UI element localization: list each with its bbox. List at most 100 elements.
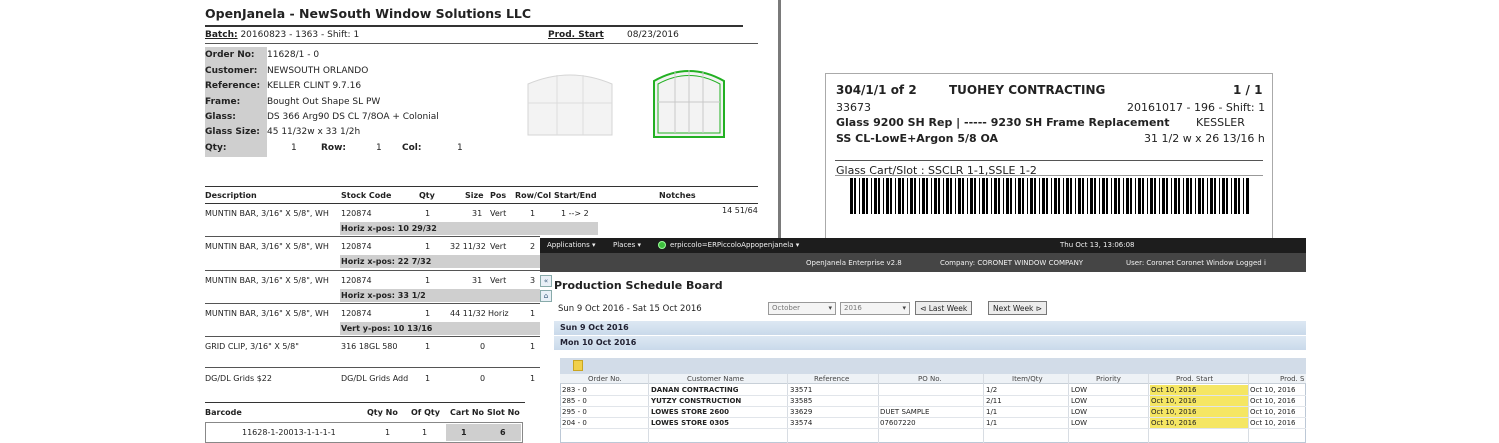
barcode-bar xyxy=(1078,178,1081,214)
barcode-bar xyxy=(914,178,916,214)
home-icon[interactable]: ⌂ xyxy=(540,290,552,302)
colhdr-order-no[interactable]: Order No. xyxy=(588,375,622,383)
barcode-bar xyxy=(1183,178,1184,214)
barcode-bar xyxy=(1058,178,1060,214)
row0-code: 120874 xyxy=(341,209,372,218)
barcode-bar xyxy=(898,178,901,214)
barcode-bar xyxy=(859,178,860,214)
row1-rowcol: 2 xyxy=(530,242,536,251)
row4-code: 316 18GL 580 xyxy=(341,342,398,351)
row1-desc: MUNTIN BAR, 3/16" X 5/8", WH xyxy=(205,242,329,251)
colhdr-po-no[interactable]: PO No. xyxy=(918,375,942,383)
order-no-label: Order No: xyxy=(205,50,255,60)
collapse-toggle-icon[interactable]: « xyxy=(540,275,552,287)
barcode-bar xyxy=(1006,178,1009,214)
barcode-bar xyxy=(946,178,949,214)
barcode-bar xyxy=(970,178,973,214)
colhdr-reference[interactable]: Reference xyxy=(814,375,849,383)
col-sep xyxy=(878,374,879,443)
row1-qty: 1 xyxy=(425,242,431,251)
row-sep xyxy=(560,406,1306,407)
session-status-icon xyxy=(658,241,666,249)
glass-label-card xyxy=(825,73,1273,243)
glass-label: Glass: xyxy=(205,112,236,122)
col-stock-code: Stock Code xyxy=(341,191,392,200)
col-start-end: Start/End xyxy=(554,191,597,200)
barcode-bar xyxy=(874,178,877,214)
barcode-bar xyxy=(1166,178,1168,214)
barcode-bar xyxy=(938,178,940,214)
colhdr-item-qty[interactable]: Item/Qty xyxy=(1012,375,1043,383)
r3-customer: LOWES STORE 0305 xyxy=(651,419,730,427)
r0-order-no[interactable]: 283 - 0 xyxy=(562,386,587,394)
col-description: Description xyxy=(205,191,257,200)
next-week-button[interactable]: Next Week ⊳ xyxy=(988,301,1048,315)
row5-code: DG/DL Grids Add xyxy=(341,374,409,383)
barcode-bar xyxy=(1222,178,1225,214)
barcode-col-slot-no: Slot No xyxy=(487,408,520,417)
barcode-col-barcode: Barcode xyxy=(205,408,242,417)
notes-icon[interactable] xyxy=(573,360,583,371)
colhdr-priority[interactable]: Priority xyxy=(1096,375,1121,383)
barcode-bar xyxy=(931,178,932,214)
barcode-bar xyxy=(955,178,956,214)
barcode-bar xyxy=(1094,178,1096,214)
row1-size: 32 11/32 xyxy=(450,242,486,251)
r2-order-no[interactable]: 295 - 0 xyxy=(562,408,587,416)
barcode-bar xyxy=(1118,178,1120,214)
work-order-title: OpenJanela - NewSouth Window Solutions L… xyxy=(205,6,532,21)
month-select[interactable]: October ▾ xyxy=(768,302,836,315)
day-header-mon[interactable]: Mon 10 Oct 2016 xyxy=(554,336,1306,350)
barcode-bar xyxy=(1150,178,1153,214)
barcode-bar xyxy=(1138,178,1141,214)
colhdr-prod-s[interactable]: Prod. S xyxy=(1280,375,1304,383)
row0-size: 31 xyxy=(472,209,483,218)
barcode-cart-no: 1 xyxy=(461,428,467,437)
chevron-down-icon: ▾ xyxy=(828,304,832,312)
year-select[interactable]: 2016 ▾ xyxy=(840,302,910,315)
barcode-bar xyxy=(866,178,868,214)
last-week-label: Last Week xyxy=(928,304,968,313)
barcode-bar xyxy=(1090,178,1093,214)
schedule-window: Applications ▾ Places ▾ erpiccolo=ERPicc… xyxy=(540,238,1306,443)
r3-order-no[interactable]: 204 - 0 xyxy=(562,419,587,427)
row2-rule xyxy=(205,303,540,304)
r2-prod-s: Oct 10, 2016 xyxy=(1250,408,1296,416)
r2-po-no: DUET SAMPLE xyxy=(880,408,930,416)
places-menu[interactable]: Places ▾ xyxy=(613,241,641,249)
logged-user: User: Coronet Coronet Window Logged i xyxy=(1126,259,1266,267)
col-sep xyxy=(1148,374,1149,443)
barcode-bar xyxy=(1030,178,1033,214)
glass-value: DS 366 Arg90 DS CL 7/8OA + Colonial xyxy=(267,112,439,122)
barcode-bar xyxy=(1054,178,1057,214)
barcode-bar xyxy=(1130,178,1132,214)
customer-label: Customer: xyxy=(205,66,258,76)
barcode-bar xyxy=(974,178,976,214)
colhdr-prod-start[interactable]: Prod. Start xyxy=(1176,375,1213,383)
r2-reference: 33629 xyxy=(790,408,813,416)
barcode-col-cart-no: Cart No xyxy=(450,408,485,417)
barcode-bar xyxy=(1135,178,1136,214)
row2-position: Horiz x-pos: 33 1/2 xyxy=(340,289,540,302)
barcode-bar xyxy=(1099,178,1100,214)
r1-prod-s: Oct 10, 2016 xyxy=(1250,397,1296,405)
last-week-button[interactable]: ⊲ Last Week xyxy=(915,301,973,315)
barcode-bar xyxy=(1039,178,1040,214)
day-header-sun[interactable]: Sun 9 Oct 2016 xyxy=(554,321,1306,335)
col-notches: Notches xyxy=(659,191,696,200)
user-session-menu[interactable]: erpiccolo=ERPiccoloAppopenjanela ▾ xyxy=(670,241,799,249)
colhdr-customer[interactable]: Customer Name xyxy=(687,375,744,383)
r1-reference: 33585 xyxy=(790,397,813,405)
barcode-col-qty-no: Qty No xyxy=(367,408,398,417)
col-value: 1 xyxy=(457,143,463,153)
r1-order-no[interactable]: 285 - 0 xyxy=(562,397,587,405)
barcode-table-rule xyxy=(205,402,525,403)
barcode-icon xyxy=(850,178,1249,214)
row5-qty: 1 xyxy=(425,374,431,383)
barcode-bar xyxy=(1238,178,1240,214)
applications-menu[interactable]: Applications ▾ xyxy=(547,241,596,249)
barcode-bar xyxy=(871,178,872,214)
barcode-bar xyxy=(1219,178,1220,214)
barcode-bar xyxy=(998,178,1000,214)
row2-pos: Vert xyxy=(490,276,507,285)
